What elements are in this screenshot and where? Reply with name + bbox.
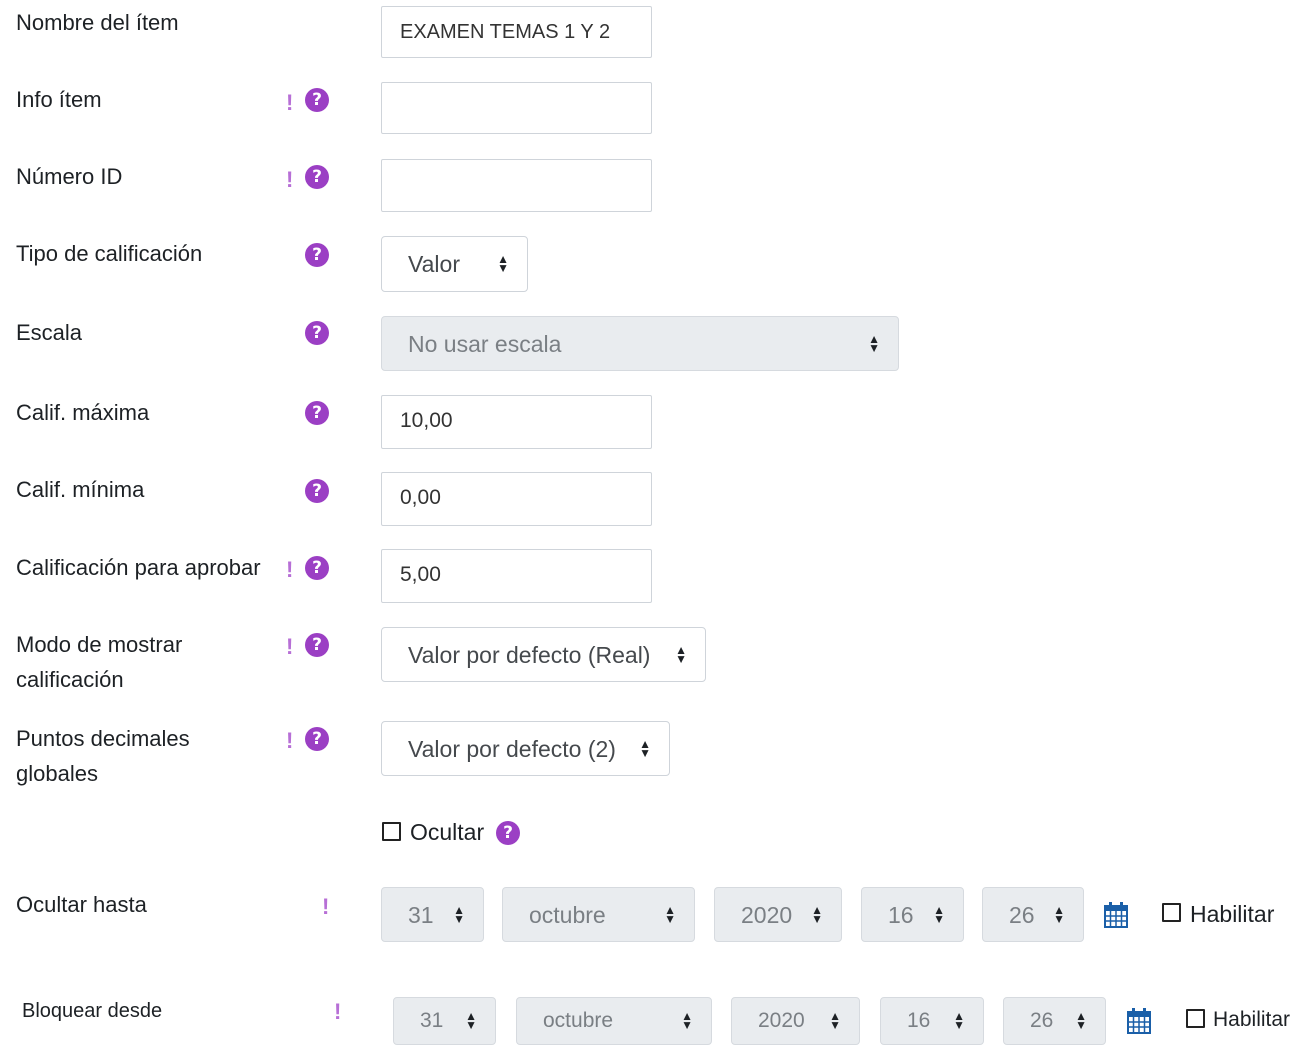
help-icon[interactable]: ? [305,165,329,189]
hidden-until-hour-select: 16 ▲ ▼ [861,887,964,942]
grade-type-select[interactable]: Valor ▲ ▼ [381,236,528,292]
select-caret-icon: ▲ ▼ [664,902,676,926]
display-type-select[interactable]: Valor por defecto (Real) ▲ ▼ [381,627,706,682]
hidden-until-label: Ocultar hasta [16,892,147,917]
required-icon: ! [322,894,330,919]
item-name-field[interactable]: EXAMEN TEMAS 1 Y 2 [381,6,652,58]
decimals-select[interactable]: Valor por defecto (2) ▲ ▼ [381,721,670,776]
decimals-label: Puntos decimales globales [16,726,190,786]
help-icon[interactable]: ? [305,727,329,751]
lock-after-label: Bloquear desde [22,1000,163,1022]
scale-value: No usar escala [408,331,562,357]
select-caret-icon: ▲ ▼ [868,331,880,355]
pass-grade-label: Calificación para aprobar [16,555,261,580]
min-grade-field[interactable]: 0,00 [381,472,652,526]
hidden-until-enable-checkbox[interactable] [1162,903,1181,922]
min-grade-label: Calif. mínima [16,477,145,502]
item-info-label: Info ítem [16,87,102,112]
required-icon: ! [286,634,294,659]
grade-type-value: Valor [408,251,460,277]
select-caret-icon: ▲ ▼ [639,736,651,760]
grade-type-label: Tipo de calificación [16,241,203,266]
select-caret-icon: ▲ ▼ [811,902,823,926]
help-icon[interactable]: ? [305,321,329,345]
scale-select: No usar escala ▲ ▼ [381,316,899,371]
calendar-icon[interactable] [1104,902,1128,928]
help-icon[interactable]: ? [305,479,329,503]
help-icon[interactable]: ? [305,556,329,580]
select-caret-icon: ▲ ▼ [953,1009,965,1032]
required-icon: ! [286,167,294,192]
max-grade-field[interactable]: 10,00 [381,395,652,449]
item-info-field[interactable] [381,82,652,134]
scale-label: Escala [16,320,83,345]
help-icon[interactable]: ? [305,88,329,112]
item-name-label: Nombre del ítem [16,10,179,35]
help-icon[interactable]: ? [305,401,329,425]
hidden-until-enable-label: Habilitar [1190,901,1275,927]
hidden-until-day-select: 31 ▲ ▼ [381,887,484,942]
select-caret-icon: ▲ ▼ [1053,902,1065,926]
decimals-value: Valor por defecto (2) [408,736,616,762]
help-icon[interactable]: ? [305,633,329,657]
max-grade-label: Calif. máxima [16,400,150,425]
select-caret-icon: ▲ ▼ [933,902,945,926]
hidden-until-minute-select: 26 ▲ ▼ [982,887,1084,942]
lock-after-enable-checkbox[interactable] [1186,1009,1205,1028]
select-caret-icon: ▲ ▼ [675,642,687,666]
hidden-until-year-select: 2020 ▲ ▼ [714,887,842,942]
id-number-label: Número ID [16,164,123,189]
lock-after-enable-label: Habilitar [1213,1008,1291,1031]
required-icon: ! [334,999,342,1024]
required-icon: ! [286,90,294,115]
help-icon[interactable]: ? [496,821,520,845]
hide-label: Ocultar [410,819,485,845]
id-number-field[interactable] [381,159,652,212]
hidden-until-month-select: octubre ▲ ▼ [502,887,695,942]
select-caret-icon: ▲ ▼ [453,902,465,926]
required-icon: ! [286,557,294,582]
calendar-icon[interactable] [1127,1008,1151,1034]
required-icon: ! [286,728,294,753]
select-caret-icon: ▲ ▼ [681,1009,693,1032]
display-type-label: Modo de mostrar calificación [16,632,183,692]
pass-grade-field[interactable]: 5,00 [381,549,652,603]
select-caret-icon: ▲ ▼ [1075,1009,1087,1032]
hide-checkbox[interactable] [382,822,401,841]
select-caret-icon: ▲ ▼ [465,1009,477,1032]
display-type-value: Valor por defecto (Real) [408,642,651,668]
help-icon[interactable]: ? [305,243,329,267]
select-caret-icon: ▲ ▼ [497,252,509,275]
select-caret-icon: ▲ ▼ [829,1009,841,1032]
